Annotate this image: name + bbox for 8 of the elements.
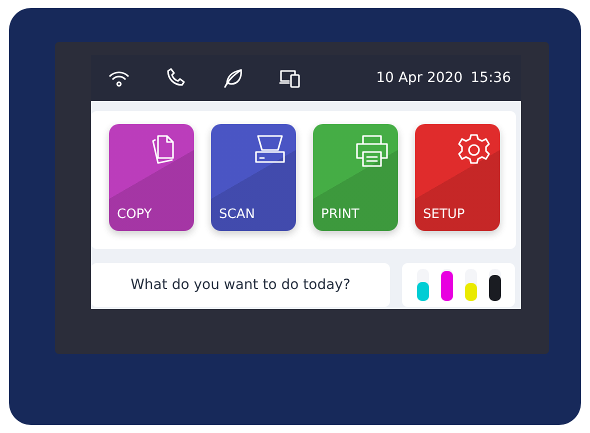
leaf-icon[interactable] <box>221 66 245 90</box>
scan-tile[interactable]: SCAN <box>211 124 296 231</box>
setup-tile[interactable]: SETUP <box>415 124 500 231</box>
time-text: 15:36 <box>470 70 511 86</box>
copy-tile[interactable]: COPY <box>109 124 194 231</box>
date-text: 10 Apr 2020 <box>376 70 463 86</box>
print-tile[interactable]: PRINT <box>313 124 398 231</box>
prompt-text: What do you want to do today? <box>91 263 390 307</box>
